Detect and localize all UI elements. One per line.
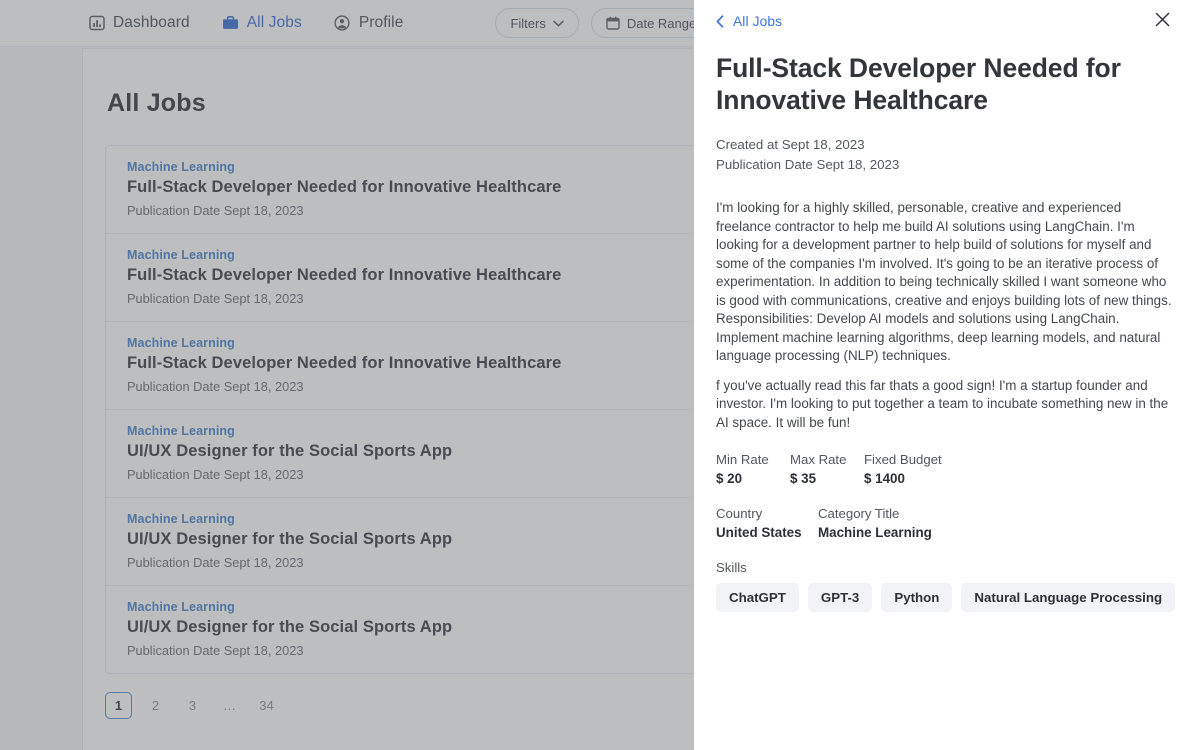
- back-link-label: All Jobs: [733, 14, 783, 29]
- job-detail-meta: Created at Sept 18, 2023 Publication Dat…: [716, 135, 1178, 175]
- job-description: I'm looking for a highly skilled, person…: [716, 199, 1178, 432]
- skills-label: Skills: [716, 560, 747, 576]
- field-value: $ 1400: [864, 471, 905, 487]
- field-label: Max Rate: [790, 452, 847, 468]
- field-label: Country: [716, 506, 763, 522]
- field-value: United States: [716, 525, 802, 541]
- close-drawer-button[interactable]: [1149, 9, 1175, 35]
- field-country: Country United States: [716, 506, 818, 540]
- close-icon: [1155, 12, 1170, 32]
- field-fixed-budget: Fixed Budget $ 1400: [864, 452, 942, 486]
- job-description-paragraph: I'm looking for a highly skilled, person…: [716, 200, 1172, 364]
- chevron-left-icon: [716, 15, 724, 28]
- created-at-text: Created at Sept 18, 2023: [716, 136, 865, 152]
- skills-chip-list: ChatGPT GPT-3 Python Natural Language Pr…: [716, 583, 1178, 613]
- skill-chip: Python: [881, 583, 953, 613]
- job-detail-drawer: All Jobs Full-Stack Developer Needed for…: [694, 0, 1200, 750]
- field-label: Fixed Budget: [864, 452, 942, 468]
- skill-chip: Natural Language Processing: [961, 583, 1176, 613]
- field-max-rate: Max Rate $ 35: [790, 452, 864, 486]
- rate-fields: Min Rate $ 20 Max Rate $ 35 Fixed Budget…: [716, 452, 1178, 486]
- publication-date-text: Publication Date Sept 18, 2023: [716, 156, 900, 172]
- field-value: $ 35: [790, 471, 817, 487]
- job-detail-title: Full-Stack Developer Needed for Innovati…: [716, 53, 1121, 116]
- field-label: Category Title: [818, 506, 900, 522]
- job-description-paragraph: f you've actually read this far thats a …: [716, 377, 1169, 430]
- field-label: Min Rate: [716, 452, 769, 468]
- field-value: Machine Learning: [818, 525, 932, 541]
- app-root: Dashboard All Jobs Profile Filters Date …: [0, 0, 1200, 750]
- field-value: $ 20: [716, 471, 743, 487]
- field-min-rate: Min Rate $ 20: [716, 452, 790, 486]
- skill-chip: ChatGPT: [716, 583, 799, 613]
- field-category-title: Category Title Machine Learning: [818, 506, 932, 540]
- drawer-header: All Jobs: [716, 0, 1178, 32]
- attribute-fields: Country United States Category Title Mac…: [716, 506, 1178, 540]
- back-to-all-jobs-link[interactable]: All Jobs: [716, 14, 782, 29]
- skill-chip: GPT-3: [807, 583, 873, 613]
